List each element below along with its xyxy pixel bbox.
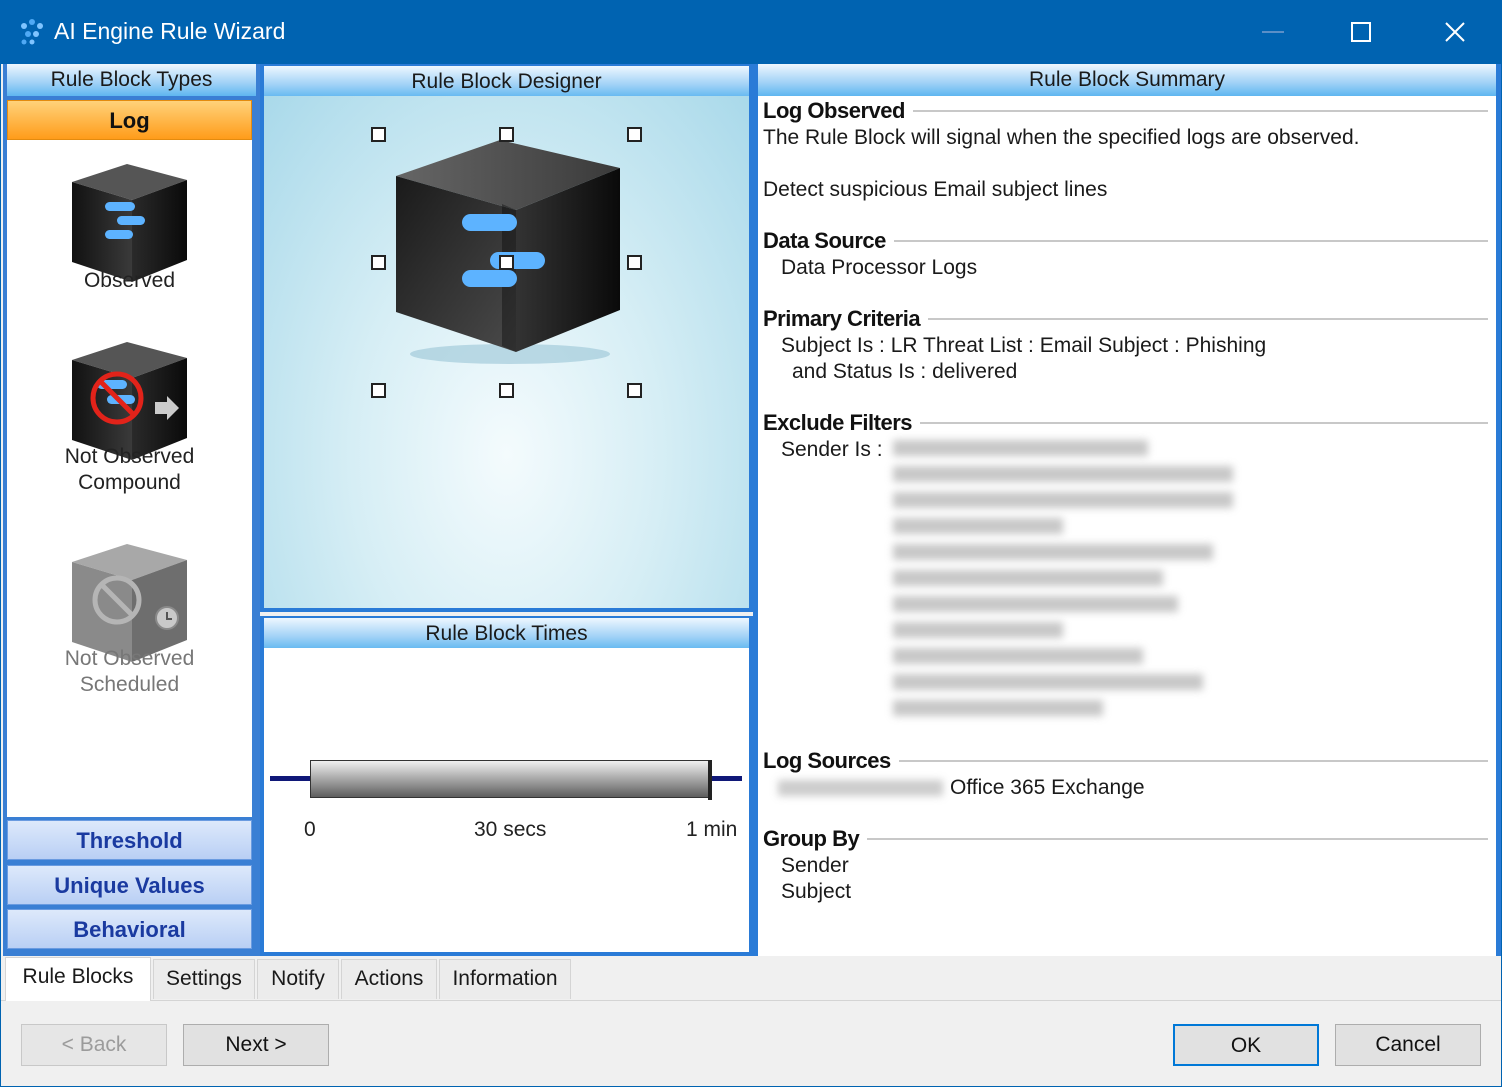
resize-handle[interactable] — [499, 383, 514, 398]
redacted-log-source-host — [778, 780, 943, 796]
redacted-sender-list — [893, 440, 1233, 726]
times-area: 0 30 secs 1 min — [264, 648, 749, 952]
summary-log-observed-desc: The Rule Block will signal when the spec… — [763, 126, 1360, 149]
resize-handle[interactable] — [371, 255, 386, 270]
maximize-icon — [1351, 22, 1371, 42]
type-label-line2: Compound — [78, 471, 181, 494]
summary-log-observed-title: Log Observed — [763, 98, 913, 124]
time-label-mid: 30 secs — [474, 818, 547, 841]
maximize-button[interactable] — [1316, 0, 1406, 64]
tab-information[interactable]: Information — [439, 959, 571, 999]
rule-block-times-header: Rule Block Times — [264, 618, 749, 650]
time-window-bar[interactable] — [310, 760, 710, 798]
tab-strip-divider — [1, 1000, 1501, 1001]
resize-handle[interactable] — [371, 127, 386, 142]
time-window-handle[interactable] — [708, 760, 712, 800]
type-observed-label[interactable]: Observed — [7, 268, 252, 294]
rule-block-types-panel: Rule Block Types Observed Not Observed C… — [3, 64, 260, 956]
tab-actions[interactable]: Actions — [341, 959, 437, 999]
wizard-body: Rule Block Types Observed Not Observed C… — [0, 64, 1502, 1087]
resize-handle[interactable] — [627, 383, 642, 398]
resize-handle[interactable] — [499, 127, 514, 142]
summary-group-by-item: Subject — [781, 880, 852, 903]
tab-log[interactable]: Log — [7, 100, 252, 140]
type-label-line1: Not Observed — [64, 647, 195, 670]
tab-notify[interactable]: Notify — [257, 959, 339, 999]
window-title: AI Engine Rule Wizard — [54, 18, 286, 44]
summary-group-by-item: Sender — [781, 854, 849, 877]
rule-block-designer-panel: Rule Block Designer — [260, 64, 753, 612]
type-label-line2: Scheduled — [79, 673, 180, 696]
summary-group-by-title: Group By — [763, 826, 868, 852]
log-rule-block-cube-icon[interactable] — [390, 134, 630, 364]
summary-exclude-filters-title: Exclude Filters — [763, 410, 921, 436]
summary-content: Log Observed The Rule Block will signal … — [758, 96, 1496, 956]
summary-exclude-filters-label: Sender Is : — [781, 438, 883, 461]
summary-log-sources-title: Log Sources — [763, 748, 899, 774]
summary-primary-criteria-line1: Subject Is : LR Threat List : Email Subj… — [781, 334, 1267, 357]
type-label-line1: Not Observed — [64, 445, 195, 468]
title-bar: AI Engine Rule Wizard — [0, 0, 1502, 64]
summary-data-source-value: Data Processor Logs — [781, 256, 978, 279]
close-button[interactable] — [1410, 0, 1500, 64]
tab-threshold[interactable]: Threshold — [7, 820, 252, 860]
resize-handle[interactable] — [627, 255, 642, 270]
time-label-start: 0 — [304, 818, 316, 841]
minimize-button[interactable] — [1228, 0, 1318, 64]
tab-rule-blocks[interactable]: Rule Blocks — [5, 957, 151, 1001]
resize-handle[interactable] — [371, 383, 386, 398]
rule-block-types-header: Rule Block Types — [7, 64, 256, 96]
type-not-observed-compound-label[interactable]: Not Observed Compound — [7, 444, 252, 496]
summary-rule-name: Detect suspicious Email subject lines — [763, 178, 1108, 201]
time-label-end: 1 min — [686, 818, 738, 841]
summary-primary-criteria-title: Primary Criteria — [763, 306, 929, 332]
rule-block-designer-header: Rule Block Designer — [264, 66, 749, 98]
section-divider — [768, 838, 1488, 840]
next-button[interactable]: Next > — [183, 1024, 329, 1066]
summary-data-source-title: Data Source — [763, 228, 894, 254]
tab-behavioral[interactable]: Behavioral — [7, 909, 252, 949]
tab-unique-values[interactable]: Unique Values — [7, 865, 252, 905]
resize-handle[interactable] — [627, 127, 642, 142]
ok-button[interactable]: OK — [1173, 1024, 1319, 1066]
rule-block-types-list: Observed Not Observed Compound Not Obser… — [7, 102, 252, 817]
summary-log-sources-value: Office 365 Exchange — [950, 776, 1145, 799]
close-icon — [1445, 22, 1465, 42]
type-not-observed-scheduled-label: Not Observed Scheduled — [7, 646, 252, 698]
rule-block-times-panel: Rule Block Times 0 30 secs 1 min — [260, 616, 753, 956]
tab-settings[interactable]: Settings — [153, 959, 255, 999]
back-button[interactable]: < Back — [21, 1024, 167, 1066]
rule-block-summary-header: Rule Block Summary — [758, 64, 1496, 96]
dots-logo-icon — [21, 19, 43, 45]
summary-primary-criteria-line2: and Status Is : delivered — [792, 360, 1018, 383]
cancel-button[interactable]: Cancel — [1335, 1024, 1481, 1066]
designer-canvas[interactable] — [264, 96, 749, 608]
rule-block-summary-panel: Rule Block Summary Log Observed The Rule… — [753, 64, 1501, 956]
resize-handle[interactable] — [499, 255, 514, 270]
minimize-icon — [1262, 31, 1284, 33]
